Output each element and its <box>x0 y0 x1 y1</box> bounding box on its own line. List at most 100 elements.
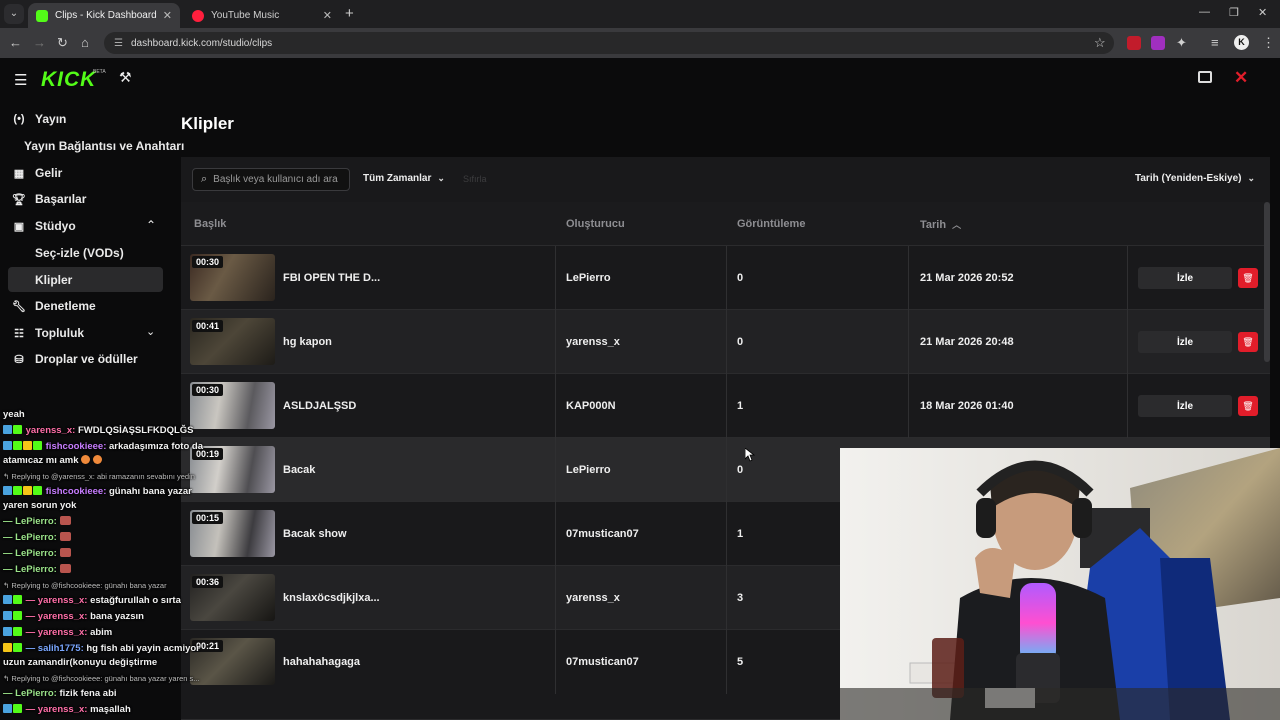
table-row[interactable]: 00:30 ASLDJALŞSD KAP000N 1 18 Mar 2026 0… <box>181 374 1270 438</box>
hamburger-menu-icon[interactable]: ☰ <box>14 71 27 89</box>
sort-dropdown[interactable]: Tarih (Yeniden-Eskiye) ⌄ <box>1135 173 1255 184</box>
url-field[interactable]: ☰ dashboard.kick.com/studio/clips <box>104 32 1114 54</box>
chat-message: — yarenss_x: maşallah <box>3 704 131 715</box>
chat-username: yarenss_x: <box>37 627 88 638</box>
clip-title[interactable]: Bacak show <box>283 528 347 540</box>
column-header-title[interactable]: Başlık <box>194 218 226 230</box>
mouse-cursor <box>744 447 756 467</box>
sidebar-item-basarilar[interactable]: 🏆︎ Başarılar <box>12 192 86 206</box>
kick-header: ☰ ⚒ ✕ <box>0 58 1280 100</box>
minimize-icon[interactable]: — <box>1199 6 1210 18</box>
tab-close-icon[interactable]: ✕ <box>163 9 172 22</box>
clip-views: 0 <box>737 464 744 476</box>
clip-title[interactable]: hahahahagaga <box>283 656 360 668</box>
restore-icon[interactable]: ❐ <box>1229 6 1239 19</box>
column-header-creator[interactable]: Oluşturucu <box>566 218 625 230</box>
clip-thumbnail[interactable]: 00:41 <box>190 318 275 365</box>
extensions-puzzle-icon[interactable]: ✦ <box>1176 35 1187 51</box>
mod-badge-icon: — <box>3 532 13 543</box>
clip-duration: 00:41 <box>192 320 224 332</box>
divider <box>555 310 556 374</box>
search-box[interactable]: ⌕ <box>192 168 350 191</box>
chat-badge-icon <box>13 595 22 604</box>
search-input[interactable] <box>213 174 344 185</box>
tab-search-button[interactable]: ⌄ <box>4 4 24 24</box>
chat-badge-icon <box>13 486 22 495</box>
browser-menu-icon[interactable]: ⋮ <box>1262 35 1275 51</box>
sidebar-item-stream-key[interactable]: Yayın Bağlantısı ve Anahtarı <box>24 139 184 153</box>
divider <box>726 502 727 566</box>
chat-badge-icon <box>3 441 12 450</box>
chat-message: — LePierro: <box>3 548 71 559</box>
watch-button[interactable]: İzle <box>1138 331 1232 353</box>
profile-avatar[interactable]: K <box>1234 35 1249 50</box>
sidebar-item-label: Denetleme <box>35 299 96 313</box>
forward-icon[interactable]: → <box>33 35 46 50</box>
chat-username: fishcookieee: <box>45 441 107 452</box>
kick-logo[interactable]: KICK <box>41 68 96 92</box>
clip-creator[interactable]: LePierro <box>566 464 611 476</box>
sidebar-item-label: Droplar ve ödüller <box>35 352 138 366</box>
tool-hammer-icon[interactable]: ⚒ <box>119 69 132 86</box>
emote-icon <box>81 455 91 464</box>
back-icon[interactable]: ← <box>9 35 22 50</box>
column-header-views[interactable]: Görüntüleme <box>737 218 805 230</box>
sidebar-item-gelir[interactable]: ▦ Gelir <box>12 166 63 180</box>
sidebar-item-vods[interactable]: Seç-izle (VODs) <box>35 246 124 260</box>
chevron-down-icon[interactable]: ⌄ <box>146 325 155 338</box>
delete-trash-icon[interactable]: 🗑︎ <box>1238 396 1258 416</box>
sidebar-item-denetleme[interactable]: 🔧︎ Denetleme <box>12 299 96 313</box>
tab-clips-kick-dashboard[interactable]: Clips - Kick Dashboard ✕ <box>28 3 180 28</box>
chat-text: abim <box>90 627 113 638</box>
table-scrollbar[interactable] <box>1264 202 1270 362</box>
clip-title[interactable]: FBI OPEN THE D... <box>283 272 380 284</box>
clip-title[interactable]: hg kapon <box>283 336 332 348</box>
close-window-icon[interactable]: ✕ <box>1258 6 1267 19</box>
clip-creator[interactable]: KAP000N <box>566 400 616 412</box>
clip-title[interactable]: knslaxöcsdjkjlxa... <box>283 592 380 604</box>
delete-trash-icon[interactable]: 🗑︎ <box>1238 332 1258 352</box>
clip-thumbnail[interactable]: 00:30 <box>190 254 275 301</box>
home-icon[interactable]: ⌂ <box>81 35 89 50</box>
divider <box>555 566 556 630</box>
clip-title[interactable]: ASLDJALŞSD <box>283 400 356 412</box>
divider <box>555 246 556 310</box>
chat-message: yarenss_x: FWDLQSİAŞSLFKDQLĞS <box>3 425 194 436</box>
sidebar-item-topluluk[interactable]: ☷ Topluluk <box>12 326 84 340</box>
clip-creator[interactable]: 07mustican07 <box>566 656 639 668</box>
table-row[interactable]: 00:30 FBI OPEN THE D... LePierro 0 21 Ma… <box>181 246 1270 310</box>
user-avatar[interactable]: ✕ <box>1234 68 1248 88</box>
url-text: dashboard.kick.com/studio/clips <box>130 37 273 49</box>
clip-creator[interactable]: yarenss_x <box>566 592 620 604</box>
chat-message: — LePierro: fizik fena abi <box>3 688 117 699</box>
sidebar-item-klipler[interactable]: Klipler <box>35 273 72 287</box>
reload-icon[interactable]: ↻ <box>57 35 68 51</box>
watch-button[interactable]: İzle <box>1138 267 1232 289</box>
chevron-up-icon[interactable]: ⌃ <box>146 218 156 232</box>
chat-username: LePierro: <box>15 516 57 527</box>
clip-creator[interactable]: 07mustican07 <box>566 528 639 540</box>
tab-youtube-music[interactable]: YouTube Music ✕ <box>184 3 340 28</box>
column-header-date[interactable]: Tarih ︿ <box>920 218 961 231</box>
browser-address-bar: ← → ↻ ⌂ ☰ dashboard.kick.com/studio/clip… <box>0 28 1280 58</box>
extension-1-icon[interactable] <box>1127 36 1141 50</box>
delete-trash-icon[interactable]: 🗑︎ <box>1238 268 1258 288</box>
reset-filter-button[interactable]: Sıfırla <box>463 174 487 184</box>
sidebar-item-studyo[interactable]: ▣ Stüdyo <box>12 219 76 233</box>
watch-button[interactable]: İzle <box>1138 395 1232 417</box>
new-tab-button[interactable]: + <box>345 5 354 22</box>
clip-creator[interactable]: LePierro <box>566 272 611 284</box>
time-filter-dropdown[interactable]: Tüm Zamanlar ⌄ <box>363 173 445 184</box>
theater-mode-icon[interactable] <box>1198 71 1212 83</box>
extension-2-icon[interactable] <box>1151 36 1165 50</box>
table-row[interactable]: 00:41 hg kapon yarenss_x 0 21 Mar 2026 2… <box>181 310 1270 374</box>
sidebar-item-yayin[interactable]: (•) Yayın <box>12 112 66 126</box>
divider <box>555 374 556 438</box>
site-info-icon[interactable]: ☰ <box>114 38 123 49</box>
sidebar-item-droplar[interactable]: ⛁ Droplar ve ödüller <box>12 352 138 366</box>
clip-title[interactable]: Bacak <box>283 464 315 476</box>
reading-list-icon[interactable]: ≡ <box>1211 35 1219 50</box>
clip-creator[interactable]: yarenss_x <box>566 336 620 348</box>
tab-close-icon[interactable]: ✕ <box>323 9 332 22</box>
bookmark-star-icon[interactable]: ☆ <box>1094 35 1106 51</box>
